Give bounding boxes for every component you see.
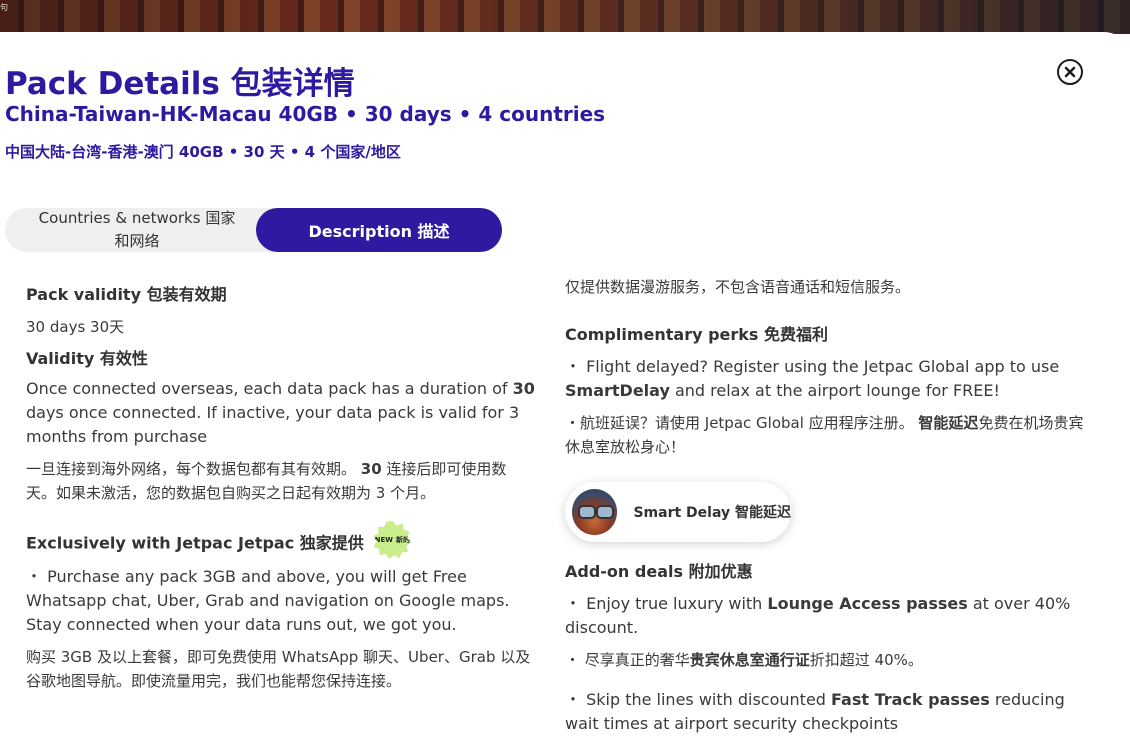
tab-description[interactable]: Description 描述	[256, 208, 502, 252]
addon-lounge-en: ・ Enjoy true luxury with Lounge Access p…	[565, 594, 1071, 637]
left-column: Pack validity 包装有效期 30 days 30天 Validity…	[26, 283, 536, 693]
addon-section: Add-on deals 附加优惠 ・ Enjoy true luxury wi…	[565, 560, 1085, 736]
pack-summary-en: China-Taiwan-HK-Macau 40GB • 30 days • 4…	[5, 102, 606, 126]
tab-bar: Countries & networks 国家和网络 Description 描…	[5, 208, 502, 252]
perks-description-zh: ・航班延误？请使用 Jetpac Global 应用程序注册。 智能延迟免费在机…	[565, 414, 1084, 456]
page-title: Pack Details 包装详情	[5, 66, 355, 102]
perks-heading: Complimentary perks 免费福利	[565, 325, 829, 344]
tab-description-label: Description 描述	[308, 222, 450, 241]
banner-text: 句	[0, 3, 8, 12]
addon-fasttrack-en: ・ Skip the lines with discounted Fast Tr…	[565, 690, 1065, 733]
validity-description-zh: 一旦连接到海外网络，每个数据包都有其有效期。 30 连接后即可使用数天。如果未激…	[26, 460, 507, 502]
tab-countries-label: Countries & networks 国家和网络	[38, 209, 236, 250]
smart-delay-card[interactable]: Smart Delay 智能延迟	[565, 482, 791, 542]
perks-description-en: ・ Flight delayed? Register using the Jet…	[565, 357, 1060, 400]
smart-delay-avatar	[572, 489, 618, 535]
pack-summary-zh: 中国大陆-台湾-香港-澳门 40GB • 30 天 • 4 个国家/地区	[5, 143, 401, 161]
exclusive-heading: Exclusively with Jetpac Jetpac 独家提供 NEW 新…	[26, 521, 536, 563]
tab-countries-networks[interactable]: Countries & networks 国家和网络	[17, 208, 257, 252]
validity-description-en: Once connected overseas, each data pack …	[26, 379, 535, 446]
addon-heading: Add-on deals 附加优惠	[565, 562, 753, 581]
addon-lounge-zh: ・ 尽享真正的奢华贵宾休息室通行证折扣超过 40%。	[565, 651, 923, 669]
exclusive-description-en: ・ Purchase any pack 3GB and above, you w…	[26, 567, 510, 634]
new-badge: NEW 新的	[373, 521, 412, 559]
perks-section: Complimentary perks 免费福利 ・ Flight delaye…	[565, 323, 1085, 459]
close-circle-icon	[1064, 66, 1076, 78]
pack-validity-value: 30 days 30天	[26, 318, 125, 336]
hero-banner-image: 句	[0, 0, 1130, 34]
exclusive-description-zh: 购买 3GB 及以上套餐，即可免费使用 WhatsApp 聊天、Uber、Gra…	[26, 648, 531, 690]
smart-delay-label: Smart Delay 智能延迟	[633, 505, 791, 521]
close-button[interactable]	[1057, 59, 1083, 85]
data-only-note: 仅提供数据漫游服务，不包含语音通话和短信服务。	[565, 278, 911, 296]
validity-heading: Validity 有效性	[26, 349, 148, 368]
pack-validity-heading: Pack validity 包装有效期	[26, 285, 227, 304]
